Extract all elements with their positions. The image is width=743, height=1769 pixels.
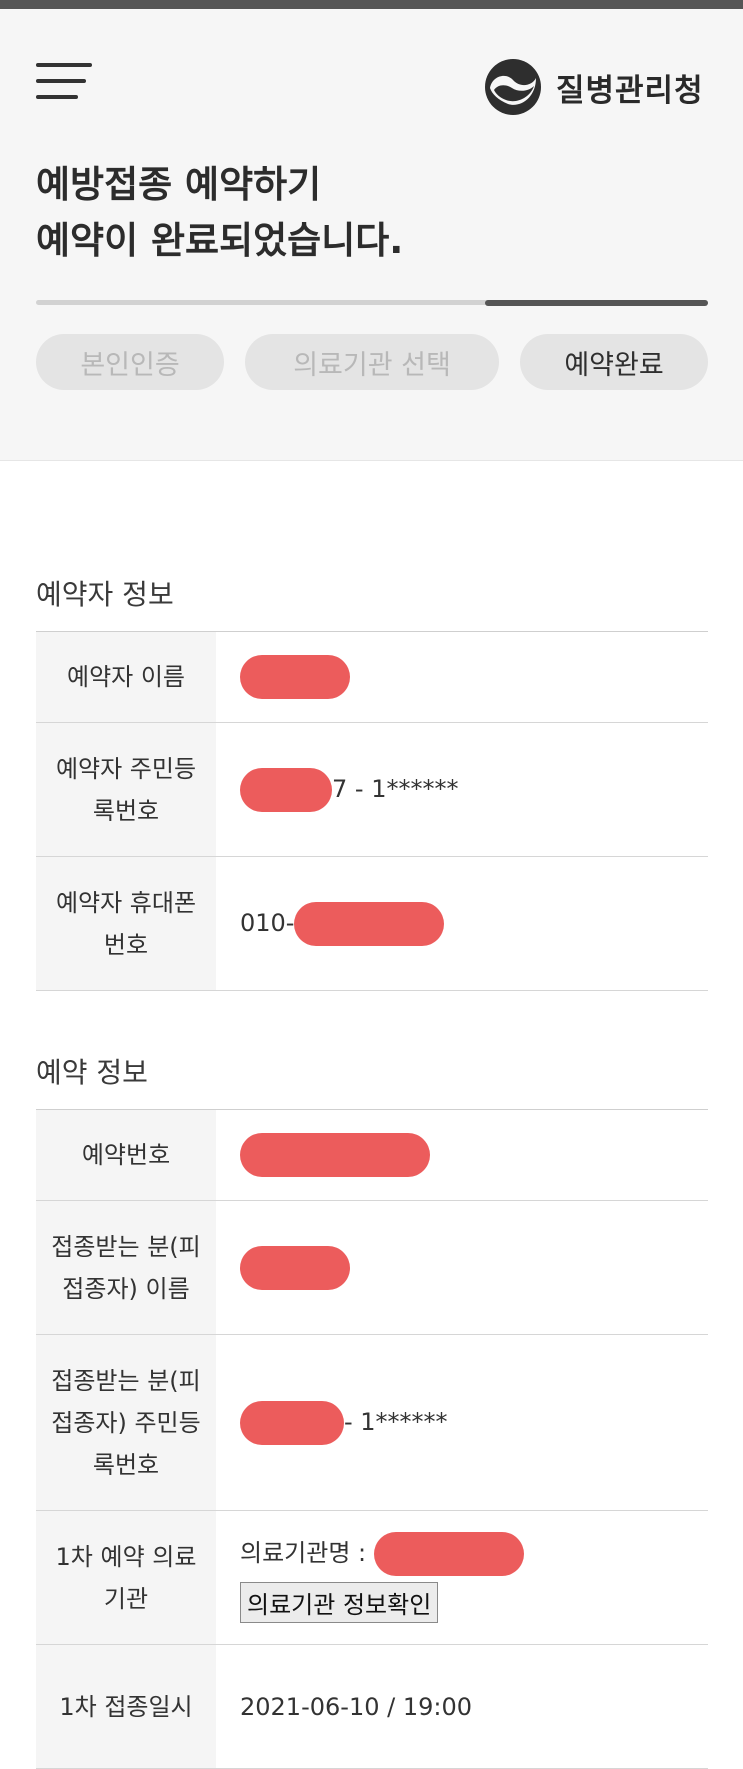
reservation-number-label: 예약번호 — [36, 1109, 216, 1201]
reserver-phone-label: 예약자 휴대폰 번호 — [36, 856, 216, 991]
step-reservation-complete: 예약완료 — [520, 334, 708, 390]
title-line-2: 예약이 완료되었습니다. — [36, 219, 404, 262]
redaction-mark — [240, 1133, 430, 1177]
reserver-info-table: 예약자 이름 예약자 주민등 록번호 7 - 1****** 예약자 휴대폰 번호 … — [36, 631, 708, 991]
reserver-name-label: 예약자 이름 — [36, 631, 216, 723]
hamburger-menu-icon[interactable] — [36, 63, 92, 103]
table-row: 예약자 휴대폰 번호 010- — [36, 856, 708, 991]
redaction-mark — [294, 901, 445, 946]
vaccinee-rrn-value: - 1****** — [216, 1334, 708, 1511]
table-row: 예약자 주민등 록번호 7 - 1****** — [36, 722, 708, 857]
reservation-info-title: 예약 정보 — [36, 1056, 148, 1089]
redaction-mark — [373, 1532, 524, 1576]
redaction-mark — [240, 655, 350, 699]
taegeuk-logo-icon — [485, 59, 541, 115]
institution-label: 1차 예약 의료 기관 — [36, 1510, 216, 1645]
institution-info-button[interactable]: 의료기관 정보확인 — [240, 1582, 439, 1623]
title-line-1: 예방접종 예약하기 — [36, 163, 322, 206]
reserver-name-value — [216, 631, 708, 723]
redaction-mark — [240, 1245, 350, 1290]
page-header: 질병관리청 예방접종 예약하기 예약이 완료되었습니다. 본인인증 의료기관 선… — [0, 9, 743, 461]
vaccinee-rrn-label: 접종받는 분(피 접종자) 주민등 록번호 — [36, 1334, 216, 1511]
table-row: 예약번호 — [36, 1109, 708, 1201]
step-identity-verification: 본인인증 — [36, 334, 224, 390]
table-row: 접종받는 분(피 접종자) 이름 — [36, 1200, 708, 1335]
progress-fill — [485, 300, 708, 306]
redaction-mark — [240, 767, 332, 812]
vaccinee-name-label: 접종받는 분(피 접종자) 이름 — [36, 1200, 216, 1335]
table-row: 1차 접종일시 2021-06-10 / 19:00 — [36, 1644, 708, 1769]
institution-value: 의료기관명 : 의료기관 정보확인 — [216, 1510, 708, 1645]
reserver-phone-value: 010- — [216, 856, 708, 991]
vaccination-date-label: 1차 접종일시 — [36, 1644, 216, 1769]
logo-text: 질병관리청 — [556, 72, 704, 109]
vaccination-date-value: 2021-06-10 / 19:00 — [216, 1644, 708, 1769]
reserver-rrn-value: 7 - 1****** — [216, 722, 708, 857]
table-row: 1차 예약 의료 기관 의료기관명 : 의료기관 정보확인 — [36, 1510, 708, 1645]
reservation-info-table: 예약번호 접종받는 분(피 접종자) 이름 접종받는 분(피 접종자) 주민등 록번호… — [36, 1109, 708, 1769]
top-status-bar — [0, 0, 743, 9]
step-select-institution: 의료기관 선택 — [245, 334, 499, 390]
kdca-logo[interactable]: 질병관리청 — [484, 57, 704, 117]
institution-name-prefix: 의료기관명 : — [240, 1539, 367, 1567]
reservation-number-value — [216, 1109, 708, 1201]
page-title: 예방접종 예약하기 예약이 완료되었습니다. — [36, 157, 403, 269]
table-row: 예약자 이름 — [36, 631, 708, 723]
redaction-mark — [240, 1400, 344, 1445]
vaccinee-name-value — [216, 1200, 708, 1335]
table-row: 접종받는 분(피 접종자) 주민등 록번호 - 1****** — [36, 1334, 708, 1511]
reserver-rrn-label: 예약자 주민등 록번호 — [36, 722, 216, 857]
reserver-info-title: 예약자 정보 — [36, 578, 174, 611]
